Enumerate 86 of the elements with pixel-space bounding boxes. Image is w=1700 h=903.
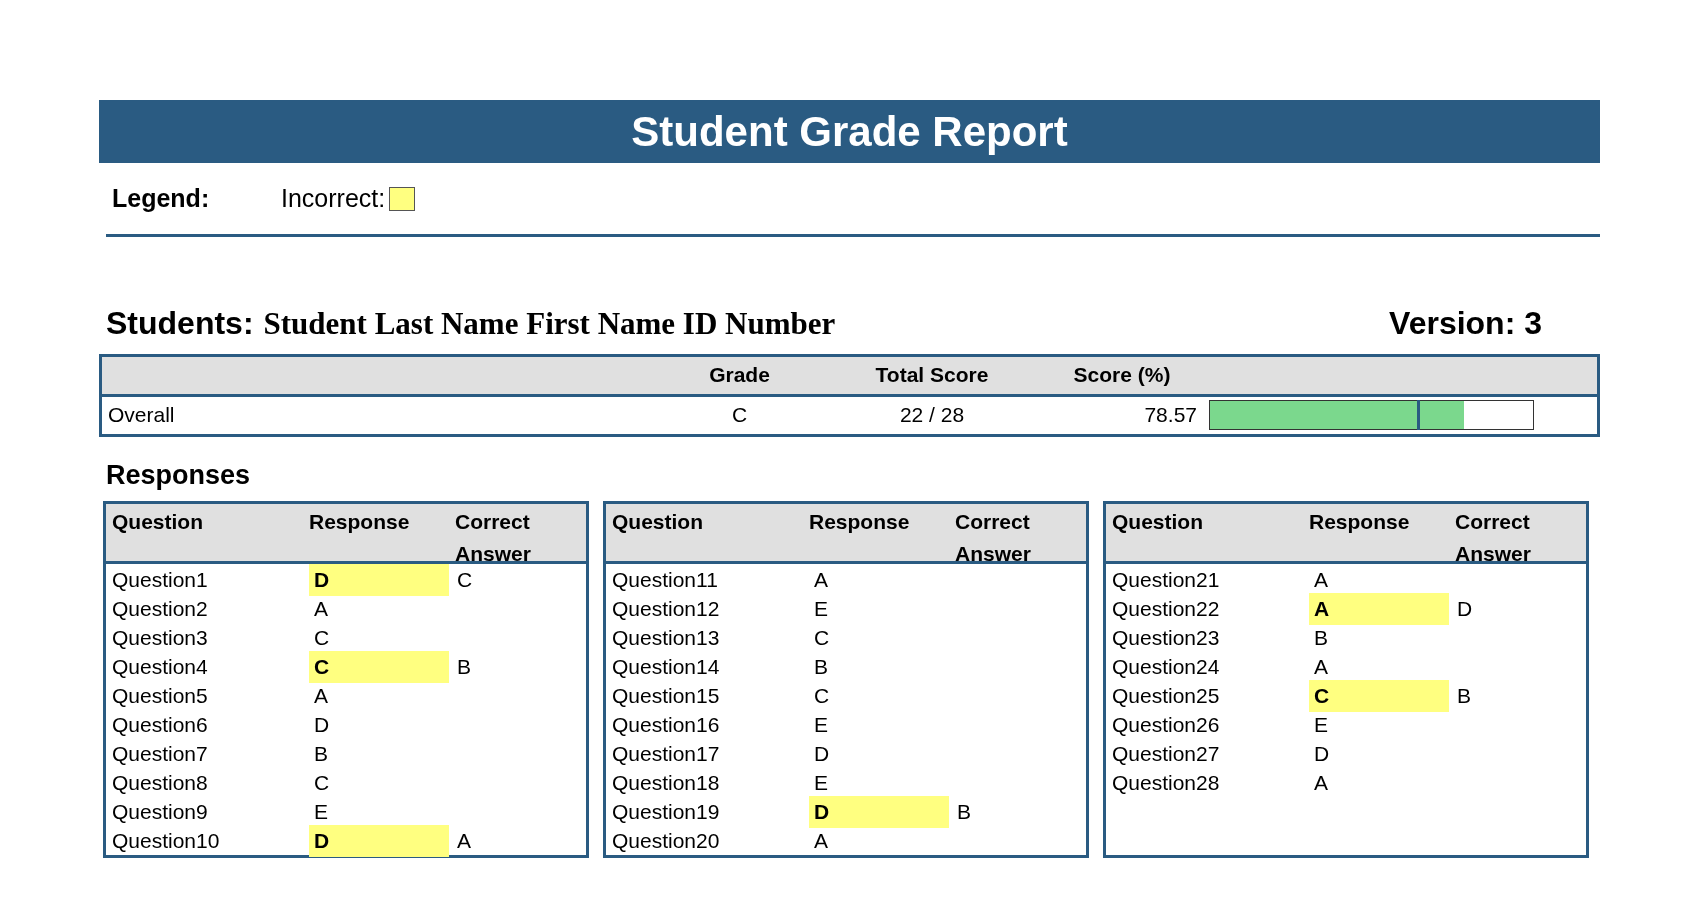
question-cell-text: Question13 bbox=[611, 625, 721, 651]
column-header: Question bbox=[111, 509, 204, 535]
response-cell-text: C bbox=[813, 625, 831, 651]
total-score-cell-text: 22 / 28 bbox=[898, 402, 966, 429]
question-cell-text: Question4 bbox=[111, 654, 209, 680]
question-cell-text: Question11 bbox=[611, 567, 719, 593]
response-cell-text: A bbox=[813, 567, 829, 593]
section-title: Responses bbox=[106, 458, 252, 492]
response-cell-text: E bbox=[813, 712, 829, 738]
column-header: Question bbox=[1111, 509, 1204, 535]
question-cell-text: Question6 bbox=[111, 712, 209, 738]
question-cell-text: Question26 bbox=[1111, 712, 1221, 738]
response-cell-text: A bbox=[313, 596, 329, 622]
question-cell-text: Question27 bbox=[1111, 741, 1221, 767]
row-label: Overall bbox=[107, 402, 176, 429]
response-cell-text: C bbox=[313, 770, 331, 796]
correct-answer-cell-text: C bbox=[456, 567, 474, 593]
correct-answer-cell-text: B bbox=[1456, 683, 1472, 709]
correct-answer-cell-text: B bbox=[956, 799, 972, 825]
question-cell-text: Question5 bbox=[111, 683, 209, 709]
response-cell: D bbox=[809, 796, 949, 828]
response-cell-text: D bbox=[1313, 741, 1331, 767]
question-cell-text: Question15 bbox=[611, 683, 721, 709]
question-cell-text: Question2 bbox=[111, 596, 209, 622]
response-cell-text: B bbox=[1313, 625, 1329, 651]
response-cell-text: A bbox=[1313, 654, 1329, 680]
question-cell-text: Question14 bbox=[611, 654, 721, 680]
response-cell-text: A bbox=[813, 828, 829, 854]
response-cell-text: D bbox=[313, 712, 331, 738]
legend-label: Legend: bbox=[112, 182, 211, 214]
question-cell-text: Question3 bbox=[111, 625, 209, 651]
question-cell-text: Question9 bbox=[111, 799, 209, 825]
column-header: Response bbox=[309, 509, 411, 535]
response-cell-text: A bbox=[1313, 567, 1329, 593]
correct-answer-cell-text: A bbox=[456, 828, 472, 854]
question-cell-text: Question18 bbox=[611, 770, 721, 796]
correct-answer-cell-text: B bbox=[456, 654, 472, 680]
response-cell-text: D bbox=[813, 741, 831, 767]
question-cell-text: Question25 bbox=[1111, 683, 1221, 709]
response-cell-text: A bbox=[313, 683, 329, 709]
students-label: Students: bbox=[106, 304, 254, 343]
response-cell-text: B bbox=[813, 654, 829, 680]
question-cell-text: Question10 bbox=[111, 828, 221, 854]
column-header: Score (%) bbox=[1072, 362, 1172, 389]
question-cell-text: Question24 bbox=[1111, 654, 1221, 680]
question-cell-text: Question21 bbox=[1111, 567, 1221, 593]
response-cell-text: C bbox=[313, 625, 331, 651]
column-header: Correct Answer bbox=[955, 509, 1032, 567]
response-cell: C bbox=[309, 651, 449, 683]
column-header: Response bbox=[1309, 509, 1411, 535]
correct-answer-cell-text: D bbox=[1456, 596, 1474, 622]
column-header: Question bbox=[611, 509, 704, 535]
response-cell-text: E bbox=[1313, 712, 1329, 738]
version-label: Version: 3 bbox=[1389, 304, 1542, 343]
question-cell-text: Question23 bbox=[1111, 625, 1221, 651]
question-cell-text: Question19 bbox=[611, 799, 721, 825]
report-title: Student Grade Report bbox=[99, 100, 1600, 163]
column-header: Response bbox=[809, 509, 911, 535]
question-cell-text: Question7 bbox=[111, 741, 209, 767]
legend-item-label: Incorrect: bbox=[281, 182, 386, 214]
response-cell-text: A bbox=[1313, 770, 1329, 796]
students-value: Student Last Name First Name ID Number bbox=[263, 305, 836, 343]
question-cell-text: Question8 bbox=[111, 770, 209, 796]
question-cell-text: Question1 bbox=[111, 567, 209, 593]
question-cell-text: Question17 bbox=[611, 741, 721, 767]
response-cell-text: E bbox=[813, 596, 829, 622]
response-cell: C bbox=[1309, 680, 1449, 712]
response-cell-text: C bbox=[813, 683, 831, 709]
column-header: Total Score bbox=[874, 362, 990, 389]
column-header: Grade bbox=[708, 362, 771, 389]
score-cell-text: 78.57 bbox=[1143, 402, 1197, 429]
response-cell-text: B bbox=[313, 741, 329, 767]
response-cell: D bbox=[309, 564, 449, 596]
grade-cell-text: C bbox=[730, 402, 749, 429]
response-cell-text: E bbox=[813, 770, 829, 796]
response-cell: A bbox=[1309, 593, 1449, 625]
response-cell: D bbox=[309, 825, 449, 857]
question-cell-text: Question22 bbox=[1111, 596, 1221, 622]
question-cell-text: Question28 bbox=[1111, 770, 1221, 796]
question-cell-text: Question20 bbox=[611, 828, 721, 854]
response-cell-text: E bbox=[313, 799, 329, 825]
question-cell-text: Question16 bbox=[611, 712, 721, 738]
threshold-marker bbox=[1416, 400, 1420, 430]
question-cell-text: Question12 bbox=[611, 596, 721, 622]
column-header: Correct Answer bbox=[1455, 509, 1532, 567]
column-header: Correct Answer bbox=[455, 509, 532, 567]
